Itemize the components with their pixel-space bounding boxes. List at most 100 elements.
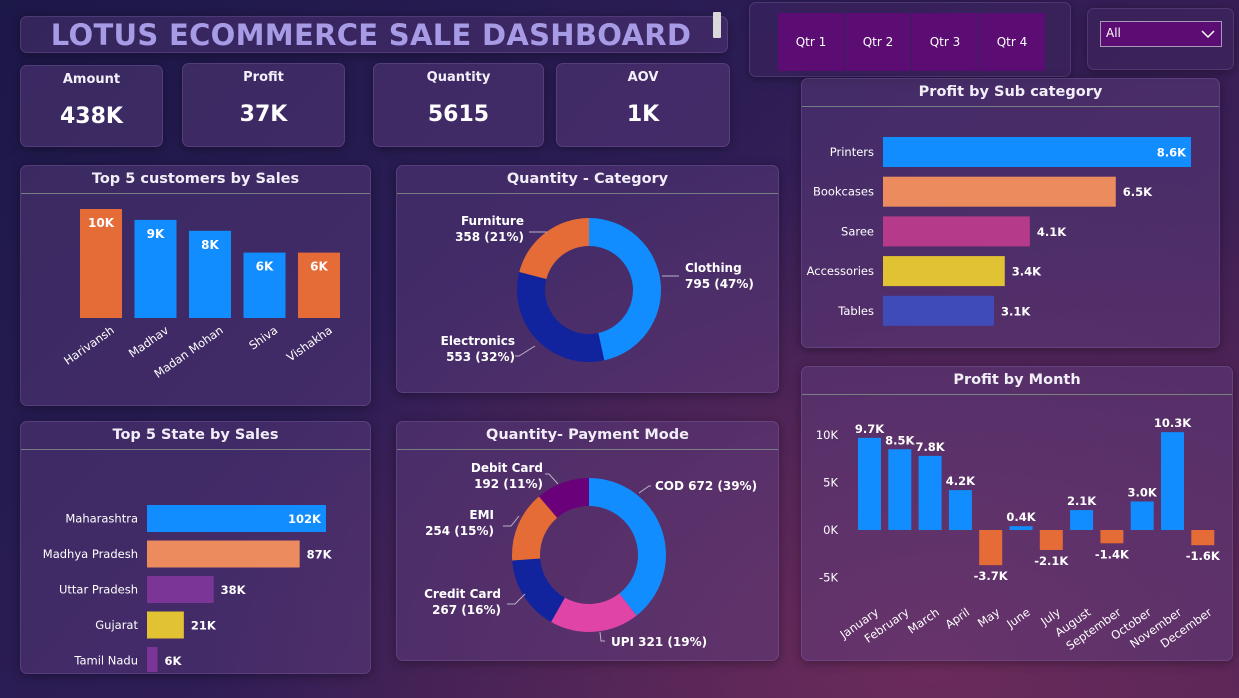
bar	[147, 540, 300, 568]
leader-line	[545, 473, 559, 485]
slice-label: Clothing	[685, 261, 742, 275]
data-label: 3.4K	[1012, 265, 1042, 279]
data-label: 3.0K	[1128, 486, 1158, 500]
slice-value: 553 (32%)	[446, 350, 515, 364]
slice-label: COD 672 (39%)	[655, 479, 757, 493]
y-tick-label: 5K	[823, 476, 838, 490]
slice-label: Electronics	[441, 334, 515, 348]
kpi-value: 438K	[60, 104, 123, 129]
slice-label: Furniture	[461, 214, 524, 228]
bar	[1100, 530, 1124, 544]
data-label: 4.1K	[1037, 225, 1067, 239]
bar	[1039, 530, 1063, 550]
leader-line	[638, 485, 651, 494]
data-label: 6K	[165, 654, 183, 668]
leader-line	[599, 631, 605, 642]
donut-slice	[589, 218, 661, 361]
category-label: Accessories	[807, 264, 874, 278]
month-panel: Profit by Month 10K 5K 0K -5K 9.7K January 8.5…	[801, 366, 1233, 661]
category-panel: Quantity - Category Clothing 795 (47%) Ele…	[396, 165, 779, 393]
data-label: 102K	[288, 512, 322, 526]
data-label: 9.7K	[855, 422, 885, 436]
leader-line	[503, 515, 520, 527]
slice-label: Credit Card	[424, 587, 501, 601]
kpi-label: Quantity	[426, 70, 491, 85]
y-tick-label: 0K	[823, 523, 838, 537]
bar	[979, 530, 1003, 566]
data-label: 6K	[310, 260, 328, 274]
donut-slice	[519, 218, 589, 280]
filter-dropdown[interactable]: All	[1100, 21, 1222, 47]
bar	[1161, 432, 1184, 530]
quarter-button-1[interactable]: Qtr 1	[778, 13, 844, 71]
data-label: 87K	[307, 548, 333, 562]
slice-value: 254 (15%)	[425, 524, 494, 538]
category-label: Bookcases	[813, 185, 874, 199]
y-tick-label: -5K	[819, 571, 838, 585]
customers-title: Top 5 customers by Sales	[91, 171, 300, 187]
data-label: 8K	[201, 238, 219, 252]
data-label: 38K	[221, 583, 247, 597]
data-label: 0.4K	[1006, 510, 1036, 524]
bar	[1191, 530, 1215, 546]
states-chart: Maharashtra 102K Madhya Pradesh 87K Uttar Pr…	[43, 505, 333, 672]
month-chart: 10K5K0K-5K9.7KJanuary8.5KFebruary7.8KMar…	[816, 416, 1221, 653]
data-label: 8.5K	[885, 433, 915, 447]
subcat-title: Profit by Sub category	[918, 84, 1103, 100]
month-label: May	[975, 605, 1003, 630]
bar	[883, 176, 1116, 207]
data-label: 6.5K	[1123, 185, 1153, 199]
scroll-handle[interactable]	[713, 12, 721, 38]
subcat-panel: Profit by Sub category Printers 8.6K Bookc…	[801, 78, 1220, 348]
category-label: Shiva	[246, 323, 280, 353]
quarter-button-3[interactable]: Qtr 3	[912, 13, 978, 71]
payment-title: Quantity- Payment Mode	[486, 427, 689, 443]
y-tick-label: 10K	[816, 428, 839, 442]
title-panel: LOTUS ECOMMERCE SALE DASHBOARD	[20, 16, 728, 53]
slice-value: 358 (21%)	[455, 230, 524, 244]
slice-label: Debit Card	[471, 461, 543, 475]
states-panel: Top 5 State by Sales Maharashtra 102K Madh…	[20, 421, 371, 674]
bar	[883, 137, 1191, 167]
slice-value: 192 (11%)	[474, 477, 543, 491]
data-label: 8.6K	[1157, 146, 1187, 160]
bar	[888, 449, 912, 530]
chevron-down-icon	[1201, 30, 1215, 39]
data-label: -1.6K	[1186, 549, 1221, 563]
bar	[147, 611, 184, 639]
data-label: 7.8K	[915, 440, 945, 454]
category-title: Quantity - Category	[506, 171, 669, 187]
quarter-button-4[interactable]: Qtr 4	[979, 13, 1045, 71]
category-label: Tamil Nadu	[73, 654, 138, 668]
data-label: -3.7K	[974, 569, 1009, 583]
category-label: Harivansh	[61, 323, 117, 368]
customers-chart: 10KHarivansh9KMadhav8KMadan Mohan6KShiva…	[61, 209, 340, 381]
category-label: Madhya Pradesh	[43, 547, 138, 561]
bar	[147, 647, 158, 672]
payment-panel: Quantity- Payment Mode COD 672 (39%) UPI …	[396, 421, 779, 661]
month-label: April	[943, 605, 973, 632]
month-label: June	[1003, 605, 1032, 631]
bar	[1070, 510, 1094, 530]
data-label: 4.2K	[946, 474, 976, 488]
data-label: 3.1K	[1001, 304, 1031, 318]
category-label: Gujarat	[95, 618, 138, 632]
bar	[883, 295, 995, 326]
data-label: 6K	[256, 260, 274, 274]
customers-panel: Top 5 customers by Sales 10K Harivansh 9K M…	[20, 165, 371, 406]
kpi-value: 1K	[626, 102, 660, 127]
subcat-chart: Printers 8.6K Bookcases 6.5K Saree 4.1K Access…	[807, 137, 1191, 326]
payment-chart: COD 672 (39%) UPI 321 (19%) Credit Card 267…	[424, 461, 757, 649]
kpi-card-aov: AOV 1K	[556, 63, 730, 147]
quarter-button-2[interactable]: Qtr 2	[845, 13, 911, 71]
kpi-card-profit: Profit 37K	[182, 63, 345, 147]
bar	[883, 256, 1005, 287]
states-title: Top 5 State by Sales	[112, 427, 279, 443]
category-label: Tables	[837, 304, 874, 318]
bar	[948, 490, 972, 530]
bar	[1130, 501, 1154, 530]
slice-label: UPI 321 (19%)	[611, 635, 707, 649]
category-label: Maharashtra	[65, 512, 138, 526]
bar	[918, 455, 942, 530]
kpi-label: AOV	[627, 70, 659, 85]
